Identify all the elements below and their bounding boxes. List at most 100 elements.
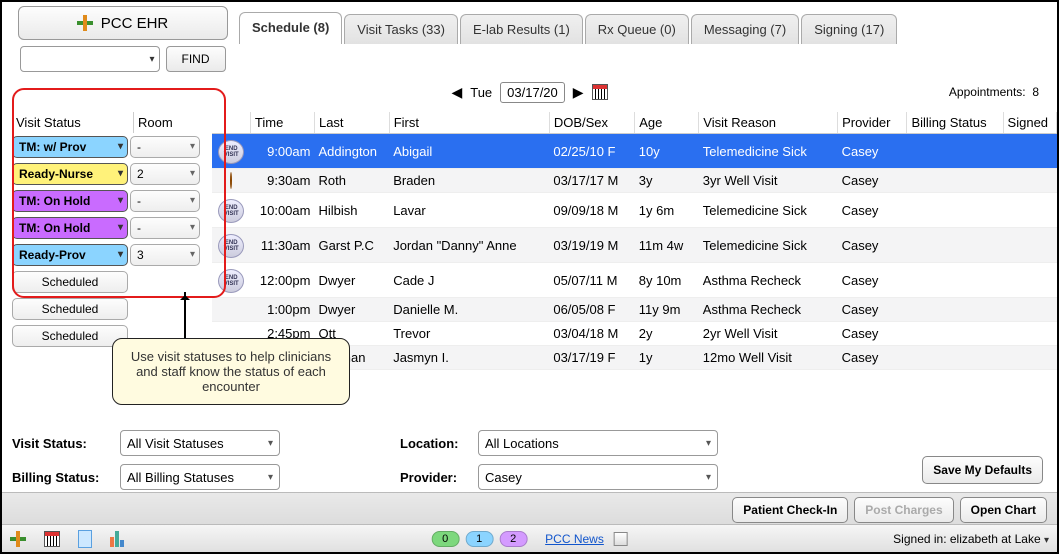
tab[interactable]: Rx Queue (0) xyxy=(585,14,689,44)
task-cell: ENDVISIT xyxy=(212,134,250,169)
column-header[interactable]: Billing Status xyxy=(907,112,1003,134)
end-visit-icon[interactable]: ENDVISIT xyxy=(218,199,244,223)
column-header[interactable]: Last xyxy=(314,112,389,134)
cell-time: 10:00am xyxy=(250,193,314,228)
status-badge[interactable]: 2 xyxy=(499,531,527,547)
document-icon[interactable] xyxy=(78,530,92,548)
cell-first: Cade J xyxy=(389,263,549,298)
cell-first: Jasmyn I. xyxy=(389,346,549,370)
cell-last: Garst P.C xyxy=(314,228,389,263)
column-header[interactable]: First xyxy=(389,112,549,134)
calendar-icon[interactable] xyxy=(44,531,60,547)
column-header[interactable]: Age xyxy=(635,112,699,134)
chevron-down-icon: ▾ xyxy=(118,195,123,206)
cell-time: 9:00am xyxy=(250,134,314,169)
cell-provider: Casey xyxy=(838,169,907,193)
patient-checkin-button[interactable]: Patient Check-In xyxy=(732,497,848,523)
chart-icon[interactable] xyxy=(110,531,124,547)
status-badge[interactable]: 0 xyxy=(431,531,459,547)
visit-status-select[interactable]: TM: On Hold▾ xyxy=(12,217,128,239)
table-row[interactable]: ENDVISIT10:00amHilbishLavar09/09/18 M1y … xyxy=(212,193,1057,228)
filter-billing-status-label: Billing Status: xyxy=(12,470,112,485)
search-input[interactable]: ▾ xyxy=(20,46,160,72)
chevron-down-icon: ▾ xyxy=(149,54,154,65)
tab[interactable]: Signing (17) xyxy=(801,14,897,44)
room-select[interactable]: 2▾ xyxy=(130,163,200,185)
table-row[interactable]: ENDVISIT11:30amGarst P.CJordan "Danny" A… xyxy=(212,228,1057,263)
column-header[interactable]: Visit Reason xyxy=(699,112,838,134)
signed-in-label: Signed in: elizabeth at Lake xyxy=(893,532,1040,546)
main-tabs: Schedule (8)Visit Tasks (33)E-lab Result… xyxy=(239,6,1057,44)
end-visit-icon[interactable]: ENDVISIT xyxy=(218,269,244,293)
alert-icon[interactable] xyxy=(230,172,232,189)
room-select[interactable]: -▾ xyxy=(130,190,200,212)
cell-provider: Casey xyxy=(838,263,907,298)
cell-dobsex: 05/07/11 M xyxy=(549,263,634,298)
open-chart-button[interactable]: Open Chart xyxy=(960,497,1047,523)
visit-status-select[interactable]: Scheduled xyxy=(12,298,128,320)
table-row[interactable]: ENDVISIT9:00amAddingtonAbigail02/25/10 F… xyxy=(212,134,1057,169)
filter-provider[interactable]: Casey▾ xyxy=(478,464,718,490)
tab[interactable]: Visit Tasks (33) xyxy=(344,14,458,44)
tab[interactable]: Messaging (7) xyxy=(691,14,799,44)
visit-status-select[interactable]: Ready-Prov▾ xyxy=(12,244,128,266)
pcc-logo-icon xyxy=(77,15,93,31)
cell-time: 1:00pm xyxy=(250,298,314,322)
filter-visit-status[interactable]: All Visit Statuses▾ xyxy=(120,430,280,456)
room-select[interactable]: 3▾ xyxy=(130,244,200,266)
chevron-down-icon: ▾ xyxy=(268,472,273,483)
cell-provider: Casey xyxy=(838,298,907,322)
tasks-header xyxy=(212,112,250,134)
filter-location[interactable]: All Locations▾ xyxy=(478,430,718,456)
appointment-count: Appointments: 8 xyxy=(949,85,1039,99)
visit-status-select[interactable]: TM: w/ Prov▾ xyxy=(12,136,128,158)
date-input[interactable]: 03/17/20 xyxy=(500,82,565,103)
visit-status-select[interactable]: TM: On Hold▾ xyxy=(12,190,128,212)
chevron-down-icon: ▾ xyxy=(118,168,123,179)
tab[interactable]: Schedule (8) xyxy=(239,12,342,44)
chevron-down-icon: ▾ xyxy=(118,141,123,152)
table-row[interactable]: 1:00pmDwyerDanielle M.06/05/08 F11y 9mAs… xyxy=(212,298,1057,322)
filter-provider-label: Provider: xyxy=(400,470,470,485)
cell-last: Hilbish xyxy=(314,193,389,228)
pcc-logo-icon[interactable] xyxy=(10,531,26,547)
visit-status-select[interactable]: Ready-Nurse▾ xyxy=(12,163,128,185)
room-select[interactable]: -▾ xyxy=(130,217,200,239)
table-row[interactable]: ENDVISIT12:00pmDwyerCade J05/07/11 M8y 1… xyxy=(212,263,1057,298)
app-title-label: PCC EHR xyxy=(101,15,169,32)
find-button[interactable]: FIND xyxy=(166,46,226,72)
chevron-down-icon[interactable]: ▾ xyxy=(1044,535,1049,546)
column-header[interactable]: Signed xyxy=(1003,112,1056,134)
next-day-button[interactable]: ▶ xyxy=(573,84,584,101)
prev-day-button[interactable]: ◀ xyxy=(451,84,462,101)
visit-status-select[interactable]: Scheduled xyxy=(12,325,128,347)
pcc-news-link[interactable]: PCC News xyxy=(545,532,604,546)
end-visit-icon[interactable]: ENDVISIT xyxy=(218,140,244,164)
column-header[interactable]: Time xyxy=(250,112,314,134)
chevron-down-icon: ▾ xyxy=(706,472,711,483)
cell-age: 2y xyxy=(635,322,699,346)
cell-reason: 2yr Well Visit xyxy=(699,322,838,346)
room-select[interactable]: -▾ xyxy=(130,136,200,158)
visit-status-select[interactable]: Scheduled xyxy=(12,271,128,293)
end-visit-icon[interactable]: ENDVISIT xyxy=(218,234,244,258)
cell-first: Lavar xyxy=(389,193,549,228)
tab[interactable]: E-lab Results (1) xyxy=(460,14,583,44)
cell-reason: 12mo Well Visit xyxy=(699,346,838,370)
cell-last: Dwyer xyxy=(314,298,389,322)
table-row[interactable]: 9:30amRothBraden03/17/17 M3y3yr Well Vis… xyxy=(212,169,1057,193)
filter-billing-status[interactable]: All Billing Statuses▾ xyxy=(120,464,280,490)
status-badge[interactable]: 1 xyxy=(465,531,493,547)
cell-age: 1y 6m xyxy=(635,193,699,228)
chevron-down-icon: ▾ xyxy=(190,195,195,206)
save-defaults-button[interactable]: Save My Defaults xyxy=(922,456,1043,484)
cell-provider: Casey xyxy=(838,322,907,346)
calendar-icon[interactable] xyxy=(592,84,608,100)
task-cell xyxy=(212,298,250,322)
cell-provider: Casey xyxy=(838,134,907,169)
task-cell: ENDVISIT xyxy=(212,193,250,228)
cell-dobsex: 03/19/19 M xyxy=(549,228,634,263)
chevron-down-icon: ▾ xyxy=(118,222,123,233)
column-header[interactable]: DOB/Sex xyxy=(549,112,634,134)
column-header[interactable]: Provider xyxy=(838,112,907,134)
